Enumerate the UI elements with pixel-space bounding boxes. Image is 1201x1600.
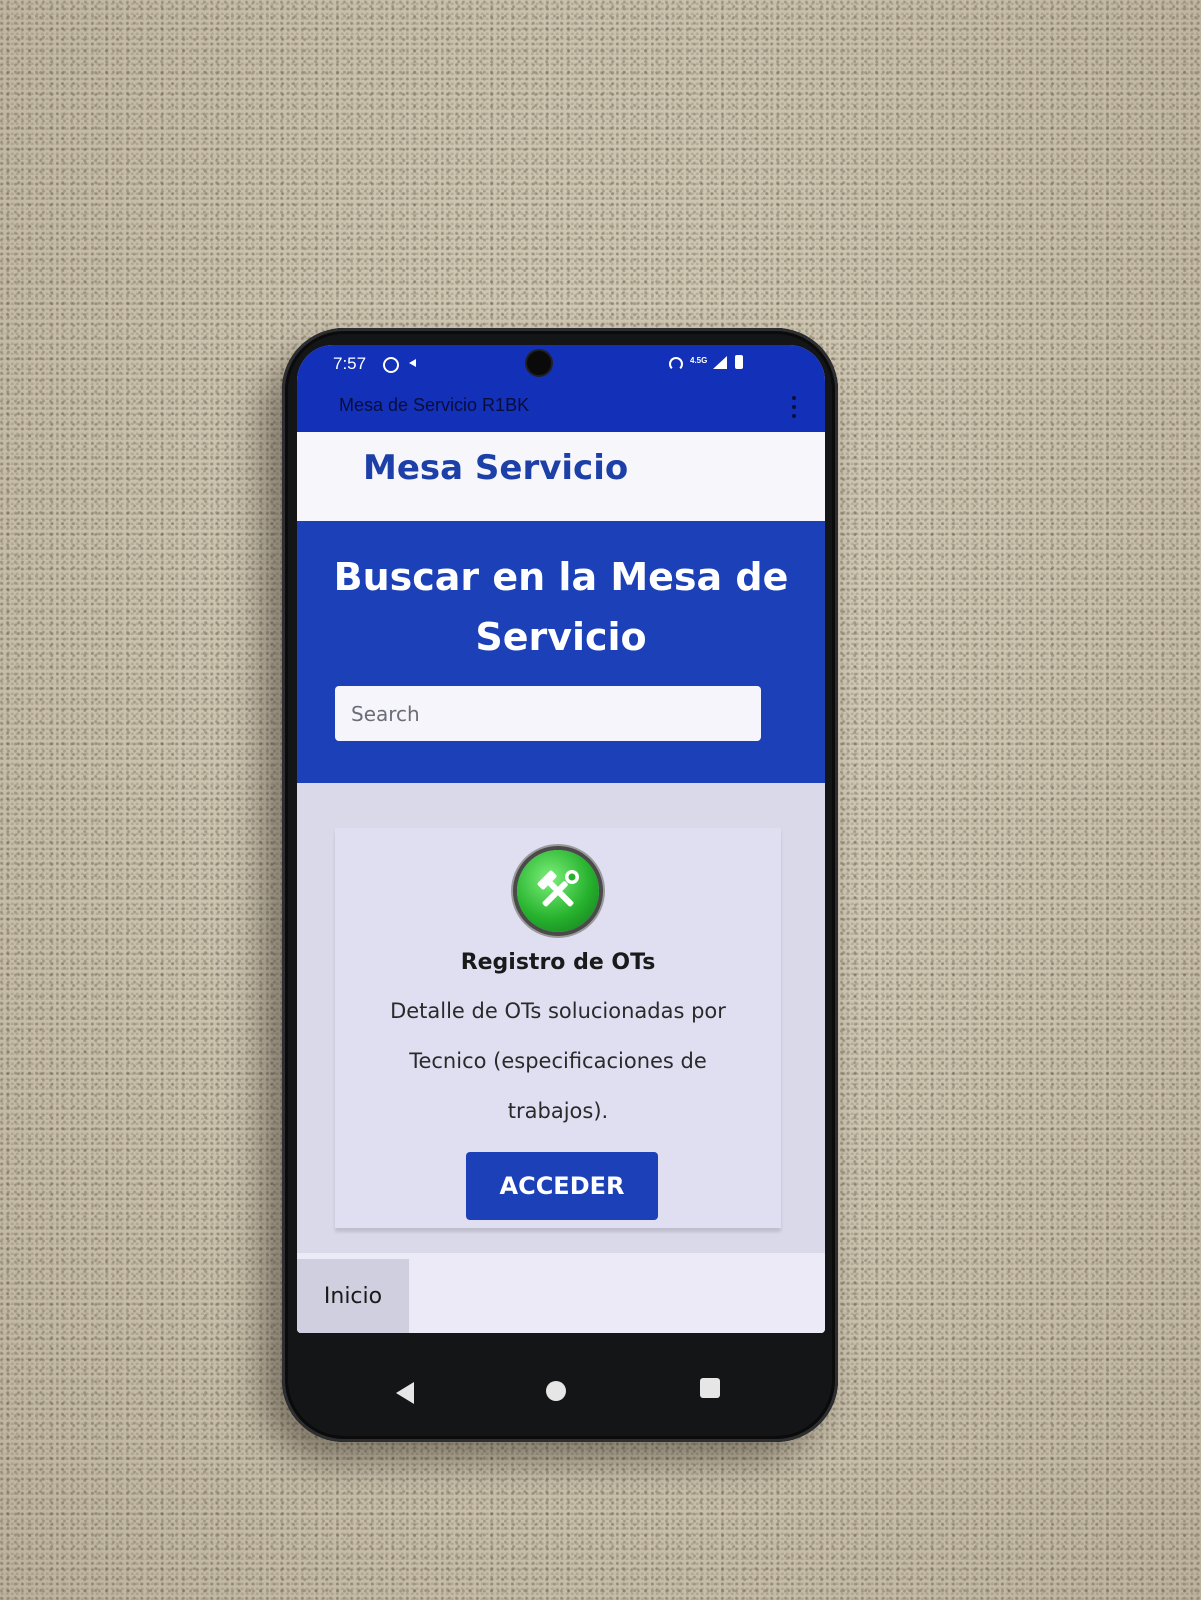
camera-cutout [527,351,551,375]
battery-icon [735,355,743,369]
tools-icon [517,850,599,932]
status-bar: 7:57 4.5G [297,345,825,381]
overflow-menu-icon[interactable] [791,396,797,418]
access-button[interactable]: ACCEDER [466,1152,658,1220]
card-title: Registro de OTs [460,950,656,975]
whatsapp-icon [383,357,399,373]
site-header: Mesa Servicio [297,432,825,521]
menu-dot [792,396,796,400]
home-icon[interactable] [546,1381,566,1401]
app-bar: Mesa de Servicio R1BK [297,381,825,432]
search-hero: Buscar en la Mesa de Servicio [297,521,825,783]
content-area: Registro de OTs Detalle de OTs soluciona… [297,783,825,1253]
nav-tab-inicio[interactable]: Inicio [297,1259,409,1333]
hotspot-icon [669,357,683,371]
bottom-nav: Inicio [297,1253,825,1333]
card-description: Detalle de OTs solucionadas por Tecnico … [390,999,726,1123]
menu-dot [792,414,796,418]
status-time: 7:57 [333,354,367,373]
brand-title[interactable]: Mesa Servicio [363,448,628,488]
signal-icon [713,356,727,369]
service-card: Registro de OTs Detalle de OTs soluciona… [335,828,781,1228]
network-type: 4.5G [690,356,708,365]
recents-icon[interactable] [700,1378,720,1398]
hero-title: Buscar en la Mesa de Servicio [333,555,789,659]
phone-screen: 7:57 4.5G Mesa de Servicio R1BK Mesa Ser… [297,345,825,1333]
navigation-icon [409,359,416,367]
app-bar-title: Mesa de Servicio R1BK [339,395,530,415]
search-input[interactable] [335,686,761,741]
tools-glyph [537,870,579,907]
menu-dot [792,405,796,409]
back-icon[interactable] [396,1382,414,1404]
